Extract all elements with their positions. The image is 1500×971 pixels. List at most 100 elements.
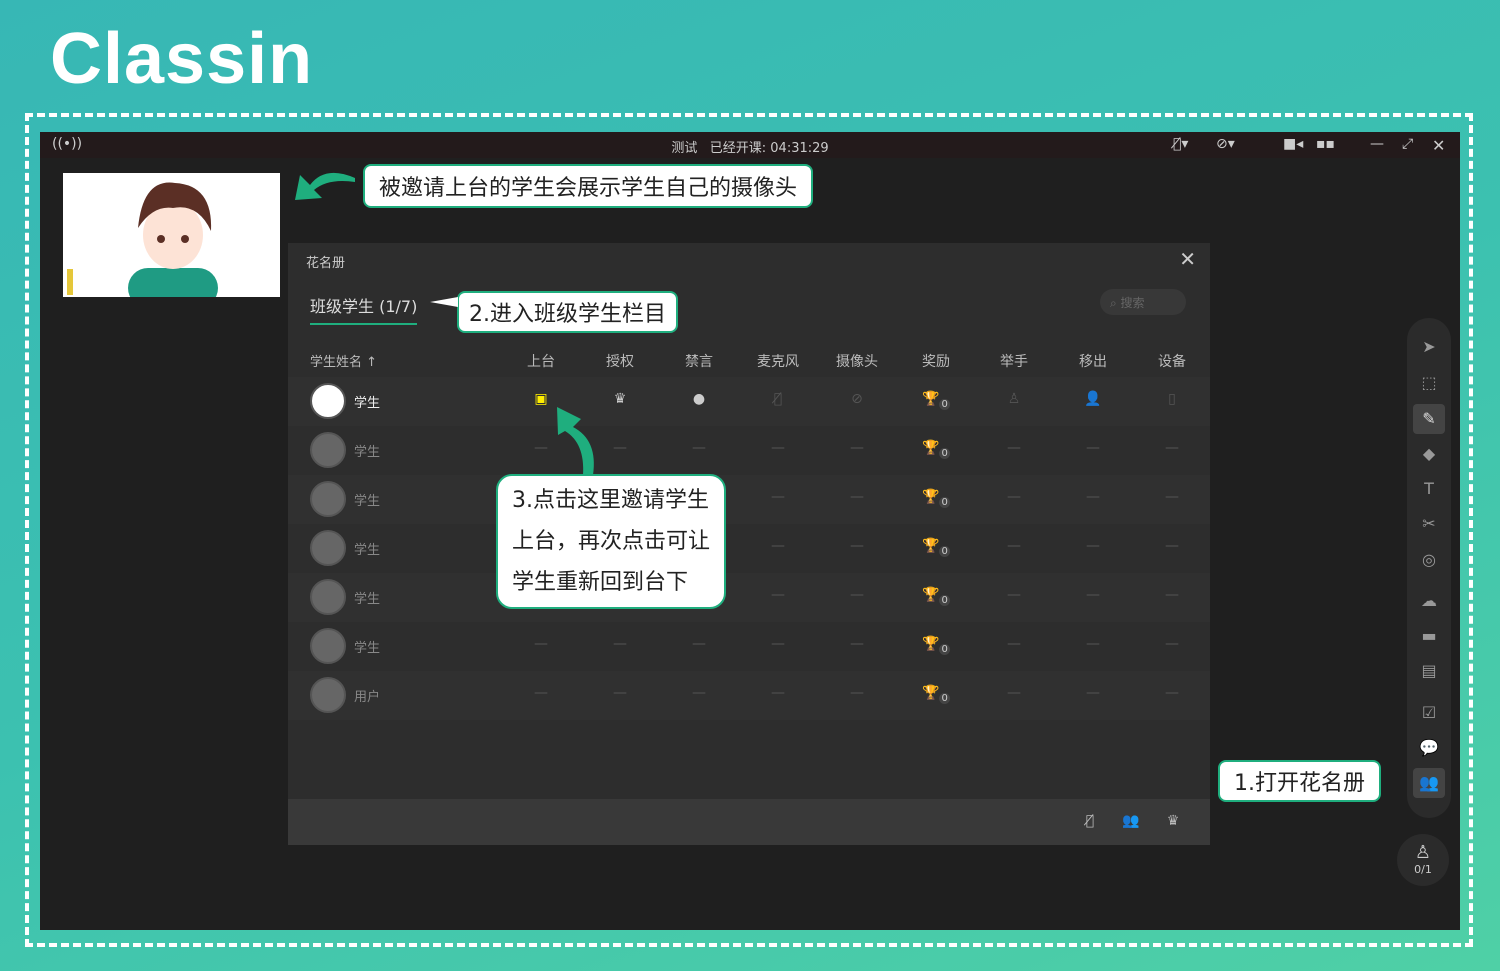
table-row: 学生—————🏆0——— <box>288 573 1210 622</box>
placeholder-dash: — <box>613 636 627 652</box>
placeholder-dash: — <box>1165 489 1179 505</box>
camera-cell[interactable]: — <box>850 636 864 652</box>
student-name: 学生 <box>310 383 380 419</box>
reward-cell[interactable]: 🏆 0 <box>922 538 950 557</box>
mute-cell[interactable]: — <box>692 440 706 456</box>
remove-cell[interactable]: — <box>1086 440 1100 456</box>
device-cell[interactable]: — <box>1165 685 1179 701</box>
search-input[interactable]: ⌕ 搜索 <box>1100 289 1186 315</box>
placeholder-dash: — <box>1086 538 1100 554</box>
authorize-cell[interactable]: — <box>613 636 627 652</box>
reward-cell[interactable]: 🏆 0 <box>922 636 950 655</box>
student-name-text: 用户 <box>354 689 381 705</box>
mic-cell[interactable]: — <box>771 489 785 505</box>
select-tool-icon[interactable]: ⬚ <box>1413 368 1445 398</box>
hand-cell[interactable]: — <box>1007 636 1021 652</box>
hand-cell[interactable]: — <box>1007 538 1021 554</box>
remove-cell[interactable]: — <box>1086 636 1100 652</box>
device-cell[interactable]: — <box>1165 587 1179 603</box>
text-tool-icon[interactable]: T <box>1413 474 1445 504</box>
seat-count: 0/1 <box>1414 863 1432 876</box>
camera-cell[interactable]: — <box>850 587 864 603</box>
camera-cell[interactable]: — <box>850 538 864 554</box>
device-cell[interactable]: — <box>1165 440 1179 456</box>
pointer-tool-icon[interactable]: ➤ <box>1413 332 1445 362</box>
edit-icon[interactable]: ☑ <box>1413 698 1445 728</box>
reward-cell[interactable]: 🏆 0 <box>922 685 950 704</box>
camera-mute-all-icon[interactable]: ⊘▾ <box>1216 136 1235 152</box>
search-placeholder: 搜索 <box>1120 296 1145 310</box>
remove-cell[interactable]: — <box>1086 685 1100 701</box>
reward-cell[interactable]: 🏆 0 <box>922 489 950 508</box>
placeholder-dash: — <box>771 538 785 554</box>
close-icon[interactable]: ✕ <box>1432 136 1445 155</box>
placeholder-dash: — <box>850 440 864 456</box>
mic-cell[interactable]: — <box>771 685 785 701</box>
scissors-tool-icon[interactable]: ✂ <box>1413 509 1445 539</box>
authorize-cell[interactable]: — <box>613 440 627 456</box>
placeholder-dash: — <box>850 489 864 505</box>
camera-cell[interactable]: — <box>850 685 864 701</box>
authorize-cell[interactable]: — <box>613 685 627 701</box>
hand-cell[interactable]: — <box>1007 587 1021 603</box>
stage-cell[interactable]: — <box>534 636 548 652</box>
minimize-icon[interactable]: — <box>1370 136 1384 152</box>
toolbox-icon[interactable]: ▬ <box>1413 621 1445 651</box>
roster-close-icon[interactable]: ✕ <box>1179 247 1196 271</box>
hand-icon[interactable]: ♙ <box>1008 391 1021 407</box>
hand-cell[interactable]: — <box>1007 440 1021 456</box>
roster-footer: 🎙̸ 👥 ♛ <box>288 799 1210 845</box>
mic-cell[interactable]: — <box>771 538 785 554</box>
placeholder-dash: — <box>850 636 864 652</box>
camera-cell[interactable]: — <box>850 489 864 505</box>
stage-icon[interactable]: ▣ <box>534 391 547 407</box>
col-name[interactable]: 学生姓名 ↑ <box>310 351 377 370</box>
table-row: 学生—————🏆0——— <box>288 475 1210 524</box>
record-tool-icon[interactable]: ◎ <box>1413 545 1445 575</box>
camera-icon[interactable]: ⊘ <box>851 391 863 407</box>
fullscreen-icon[interactable]: ⤢ <box>1402 136 1413 152</box>
layout-icon[interactable]: ▪▪ <box>1316 136 1335 152</box>
mute-icon[interactable]: ● <box>693 391 705 407</box>
reward-cell[interactable]: 🏆 0 <box>922 391 950 410</box>
mic-icon[interactable]: 🎙̸ <box>774 391 782 407</box>
reward-cell[interactable]: 🏆 0 <box>922 440 950 459</box>
pen-tool-icon[interactable]: ✎ <box>1413 404 1445 434</box>
remove-cell[interactable]: — <box>1086 538 1100 554</box>
roster-icon[interactable]: 👥 <box>1413 768 1445 798</box>
chat-icon[interactable]: 💬 <box>1413 733 1445 763</box>
mic-cell[interactable]: — <box>771 587 785 603</box>
camera-icon[interactable]: ■◂ <box>1283 136 1303 152</box>
mic-cell[interactable]: — <box>771 440 785 456</box>
mute-cell[interactable]: — <box>692 636 706 652</box>
placeholder-dash: — <box>1165 538 1179 554</box>
remove-cell[interactable]: — <box>1086 489 1100 505</box>
remove-cell[interactable]: — <box>1086 587 1100 603</box>
device-cell[interactable]: — <box>1165 636 1179 652</box>
placeholder-dash: — <box>771 440 785 456</box>
all-offstage-icon[interactable]: 👥 <box>1122 813 1139 829</box>
authorize-all-icon[interactable]: ♛ <box>1167 813 1180 829</box>
document-icon[interactable]: ▤ <box>1413 656 1445 686</box>
tab-class-students[interactable]: 班级学生 (1/7) <box>310 293 418 325</box>
hand-cell[interactable]: — <box>1007 685 1021 701</box>
mute-all-mic-icon[interactable]: 🎙̸ <box>1086 813 1094 829</box>
reward-cell[interactable]: 🏆 0 <box>922 587 950 606</box>
stage-cell[interactable]: — <box>534 440 548 456</box>
camera-cell[interactable]: — <box>850 440 864 456</box>
mic-mute-all-icon[interactable]: 🎙̸▾ <box>1173 136 1188 152</box>
device-cell[interactable]: — <box>1165 538 1179 554</box>
authorize-icon[interactable]: ♛ <box>614 391 627 407</box>
device-icon[interactable]: ▯ <box>1168 391 1176 407</box>
mute-cell[interactable]: — <box>692 685 706 701</box>
arrow-camera <box>295 172 355 200</box>
eraser-tool-icon[interactable]: ◆ <box>1413 439 1445 469</box>
remove-icon[interactable]: 👤 <box>1084 391 1101 407</box>
mic-cell[interactable]: — <box>771 636 785 652</box>
cloud-icon[interactable]: ☁ <box>1413 586 1445 616</box>
stage-cell[interactable]: — <box>534 685 548 701</box>
device-cell[interactable]: — <box>1165 489 1179 505</box>
seat-button[interactable]: ♙ 0/1 <box>1397 834 1449 886</box>
classin-logo: Classin <box>50 19 314 99</box>
hand-cell[interactable]: — <box>1007 489 1021 505</box>
